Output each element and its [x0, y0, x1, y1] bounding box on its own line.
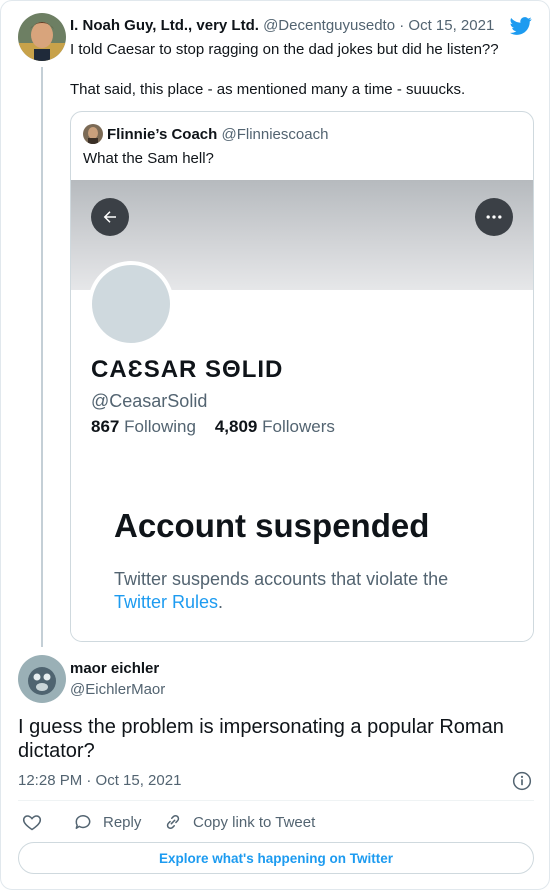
reply-author-avatar[interactable]: [18, 655, 66, 703]
like-button[interactable]: [22, 812, 52, 832]
quoted-author-name: Flinnie’s Coach: [107, 126, 218, 143]
twitter-bird-icon[interactable]: [509, 15, 533, 37]
quoted-author-handle: @Flinniescoach: [221, 126, 329, 143]
suspended-title: Account suspended: [114, 507, 430, 544]
profile-avatar-placeholder: [88, 261, 174, 347]
heart-icon: [22, 815, 42, 831]
parent-tweet-text: I told Caesar to stop ragging on the dad…: [70, 40, 530, 120]
reply-tweet-text: I guess the problem is impersonating a p…: [18, 716, 504, 762]
info-icon[interactable]: [512, 771, 532, 791]
quoted-tweet-header: Flinnie’s Coach @Flinniescoach: [107, 126, 328, 143]
explore-button[interactable]: Explore what's happening on Twitter: [18, 842, 534, 874]
thread-connector-line: [41, 67, 43, 647]
action-divider: [18, 800, 534, 801]
copy-link-button[interactable]: Copy link to Tweet: [163, 812, 315, 832]
suspended-description: Twitter suspends accounts that violate t…: [114, 568, 494, 614]
followers-label: Followers: [262, 417, 335, 436]
quoted-tweet-screenshot[interactable]: CAƐSAR SΘLID @CeasarSolid 867 Following …: [71, 180, 533, 641]
profile-stats: 867 Following 4,809 Followers: [91, 417, 335, 437]
more-options-button: [475, 198, 513, 236]
quoted-tweet-text: What the Sam hell?: [83, 150, 214, 167]
author-avatar[interactable]: [18, 13, 66, 61]
quoted-author-avatar: [83, 124, 103, 144]
back-button: [91, 198, 129, 236]
link-icon: [166, 814, 180, 830]
author-name[interactable]: I. Noah Guy, Ltd., very Ltd.: [70, 17, 259, 34]
tweet-paragraph: That said, this place - as mentioned man…: [70, 81, 466, 98]
tweet-paragraph: I told Caesar to stop ragging on the dad…: [70, 41, 499, 58]
tweet-actions: Reply Copy link to Tweet: [18, 812, 534, 832]
arrow-left-icon: [103, 211, 116, 223]
followers-count: 4,809: [214, 417, 258, 436]
parent-tweet-header: I. Noah Guy, Ltd., very Ltd. @Decentguyu…: [70, 17, 494, 34]
profile-handle: @CeasarSolid: [91, 391, 208, 411]
reply-author-handle[interactable]: @EichlerMaor: [70, 681, 165, 698]
profile-name: CAƐSAR SΘLID: [91, 356, 284, 383]
twitter-rules-link: Twitter Rules: [114, 592, 219, 612]
tweet-date[interactable]: Oct 15, 2021: [408, 17, 494, 34]
reply-author-name[interactable]: maor eichler: [70, 660, 159, 677]
following-count: 867: [91, 417, 120, 436]
suspended-text: Twitter suspends accounts that violate t…: [114, 569, 449, 589]
copy-link-label: Copy link to Tweet: [193, 813, 316, 831]
ellipsis-icon: [486, 215, 502, 219]
speech-bubble-icon: [75, 815, 91, 829]
following-label: Following: [124, 417, 196, 436]
suspended-period: .: [218, 592, 224, 612]
separator-dot: ·: [399, 17, 405, 34]
reply-label: Reply: [103, 813, 142, 831]
reply-button[interactable]: Reply: [73, 812, 141, 832]
reply-timestamp[interactable]: 12:28 PM · Oct 15, 2021: [18, 772, 181, 789]
author-handle[interactable]: @Decentguyusedto: [263, 17, 395, 34]
tweet-embed-card: I. Noah Guy, Ltd., very Ltd. @Decentguyu…: [0, 0, 550, 890]
quoted-tweet[interactable]: Flinnie’s Coach @Flinniescoach What the …: [70, 111, 534, 642]
